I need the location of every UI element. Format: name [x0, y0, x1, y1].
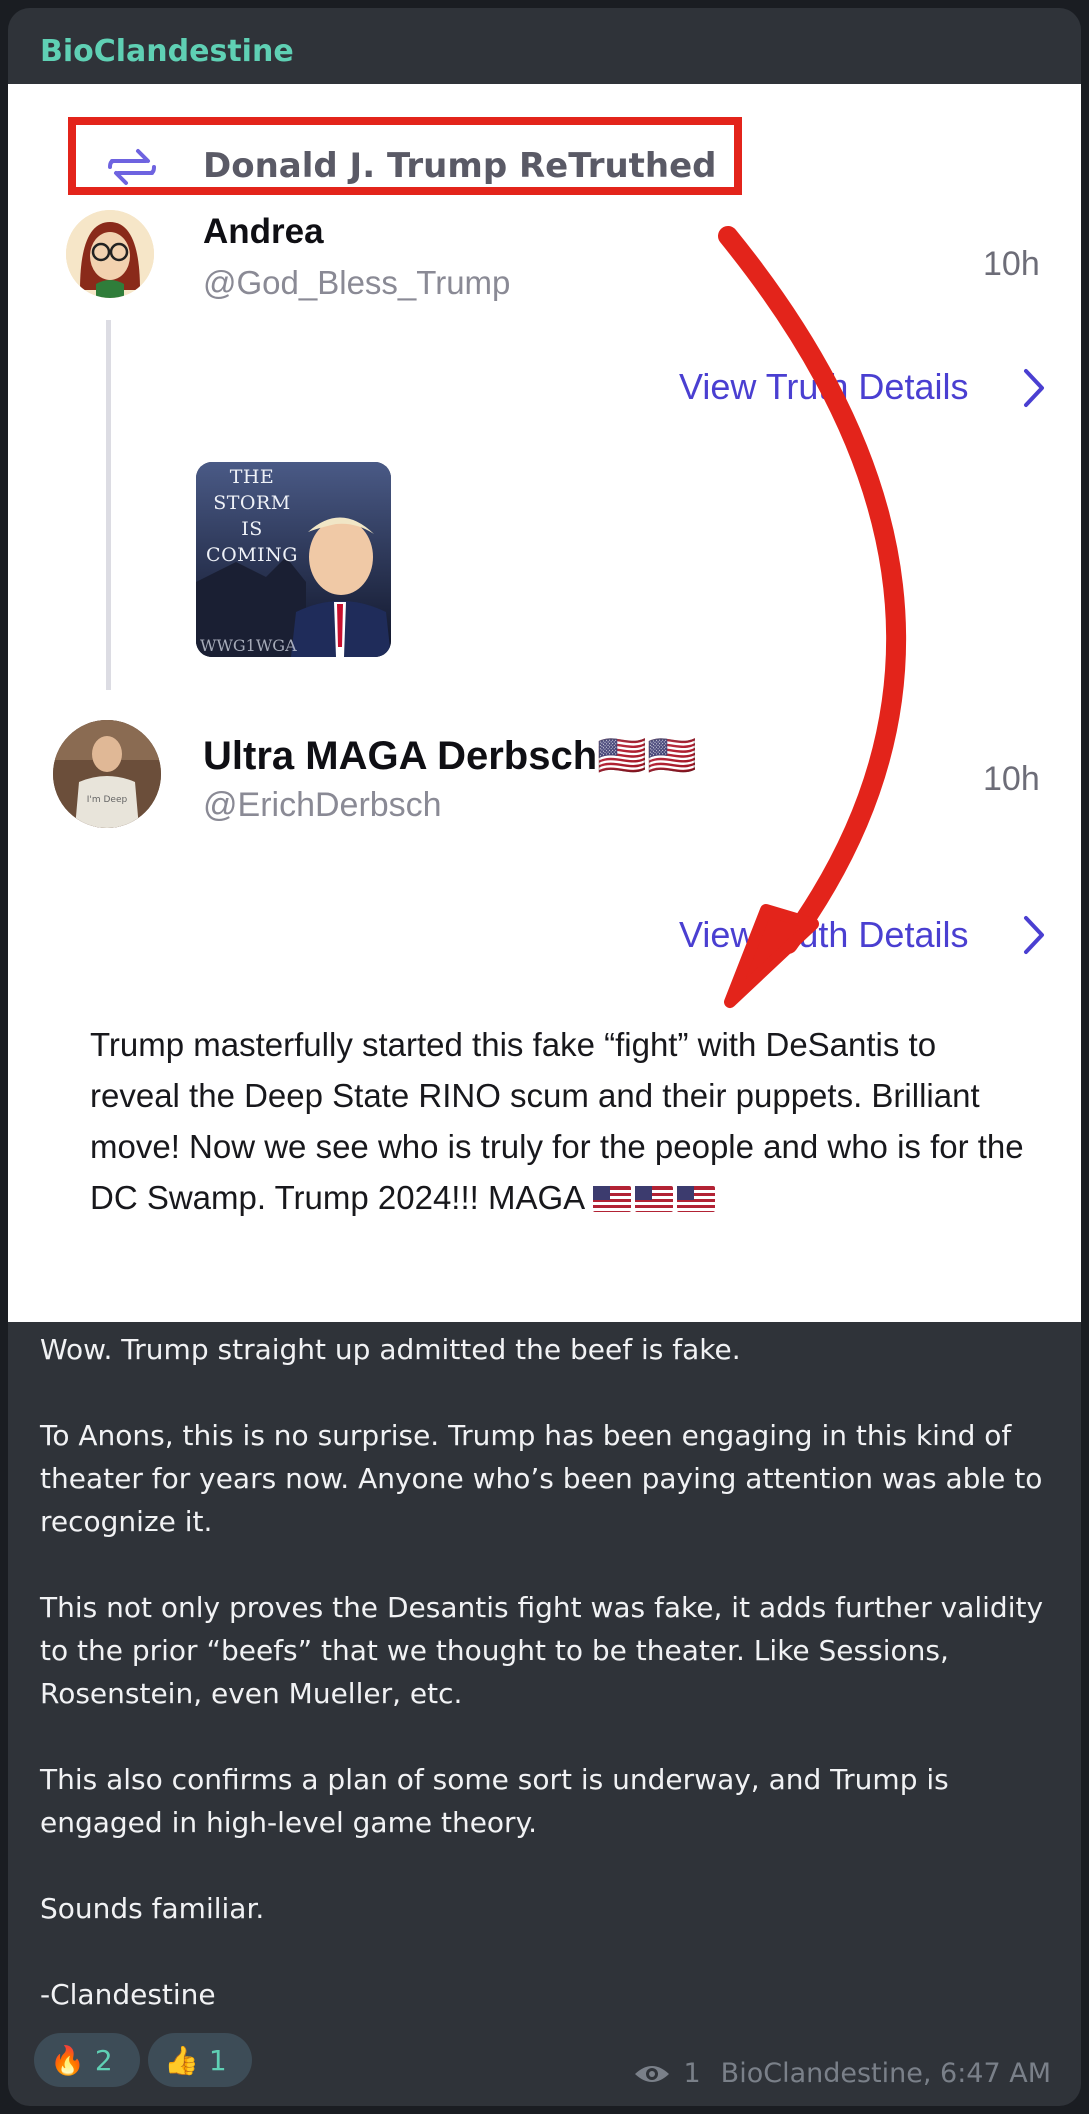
caption-paragraph: -Clandestine [40, 1978, 216, 2011]
caption-paragraph: To Anons, this is no surprise. Trump has… [40, 1419, 1043, 1538]
message-footer: 1 BioClandestine, 6:47 AM [633, 2058, 1051, 2089]
reaction-count: 1 [208, 2043, 227, 2077]
caption-paragraph: Wow. Trump straight up admitted the beef… [40, 1333, 741, 1366]
message-image[interactable]: Donald J. Trump ReTruthed Andrea @God_Bl… [8, 84, 1081, 1322]
post-signature-time: BioClandestine, 6:47 AM [720, 2058, 1051, 2089]
eye-icon [635, 2065, 670, 2082]
thumbs-up-icon: 👍 [164, 2043, 199, 2077]
channel-name[interactable]: BioClandestine [40, 34, 294, 69]
red-arrow-annotation [718, 226, 907, 1008]
caption-paragraph: This also confirms a plan of some sort i… [40, 1763, 949, 1839]
reaction-count: 2 [94, 2043, 113, 2077]
caption-paragraph: This not only proves the Desantis fight … [40, 1591, 1044, 1710]
caption-paragraph: Sounds familiar. [40, 1892, 265, 1925]
reaction-fire-button[interactable]: 🔥 2 [34, 2033, 140, 2087]
reaction-thumbs-up-button[interactable]: 👍 1 [148, 2033, 252, 2087]
fire-icon: 🔥 [50, 2043, 85, 2077]
message-caption: Wow. Trump straight up admitted the beef… [40, 1328, 1050, 2016]
view-count: 1 [683, 2058, 701, 2089]
message-bubble: BioClandestine Donald J. Trump ReTruthed… [8, 8, 1081, 2106]
